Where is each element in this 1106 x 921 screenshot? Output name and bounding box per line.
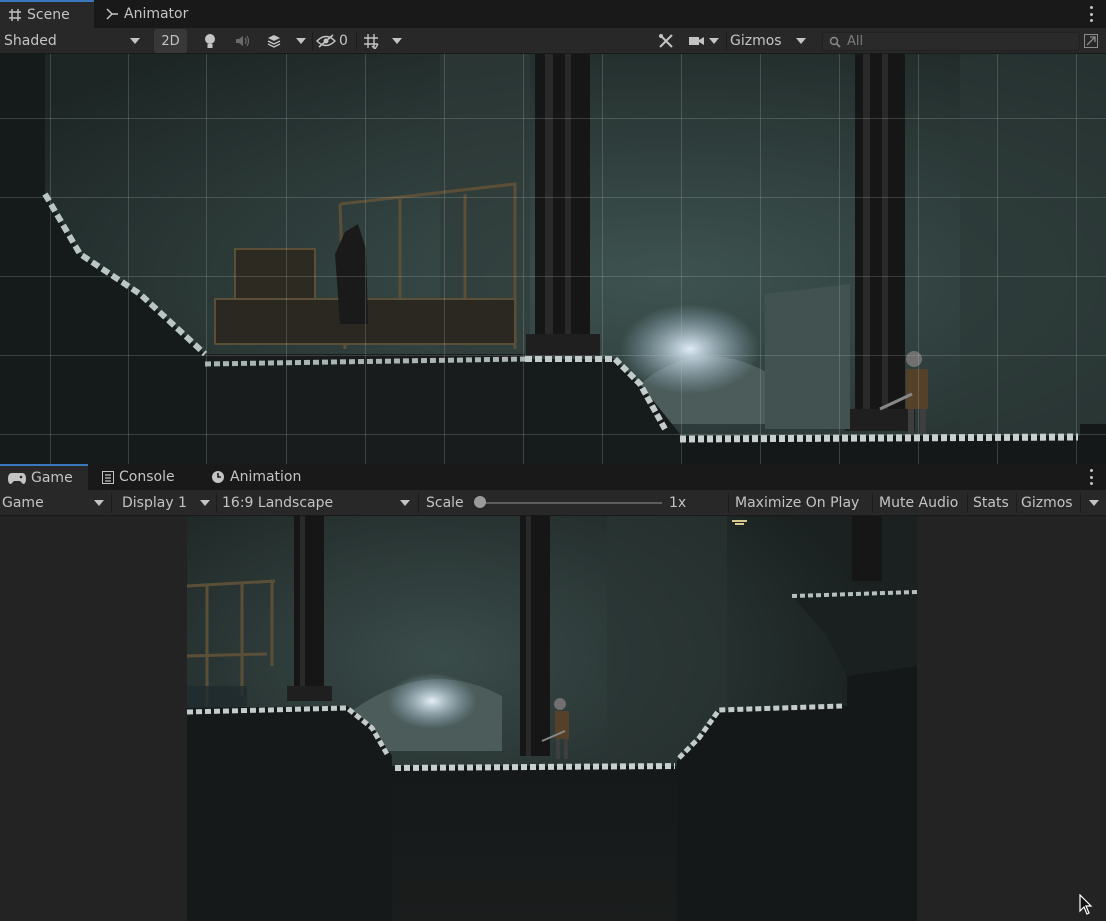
tools-button[interactable] — [654, 29, 678, 53]
console-icon — [102, 470, 114, 484]
shading-mode-dropdown[interactable]: Shaded — [0, 29, 146, 53]
stats-label: Stats — [973, 495, 1009, 511]
lighting-toggle[interactable] — [197, 29, 223, 53]
chevron-down-icon — [1089, 500, 1099, 506]
chevron-down-icon — [130, 38, 140, 44]
hidden-count: 0 — [339, 33, 348, 49]
more-options-icon[interactable] — [1090, 469, 1094, 485]
shading-mode-label: Shaded — [4, 33, 57, 49]
chevron-down-icon — [400, 500, 410, 506]
camera-icon — [689, 35, 705, 47]
gamepad-icon — [8, 472, 26, 484]
more-options-icon[interactable] — [1090, 6, 1094, 22]
mute-audio-toggle[interactable]: Mute Audio — [879, 491, 967, 515]
scene-gizmos-dropdown[interactable] — [792, 29, 810, 53]
grid-snap-toggle[interactable] — [358, 29, 384, 53]
lightbulb-icon — [203, 33, 217, 49]
tab-label: Game — [31, 470, 73, 486]
chevron-down-icon — [392, 38, 402, 44]
game-toolbar: Game Display 1 16:9 Landscape Scale 1x M… — [0, 490, 1106, 516]
hidden-objects-toggle[interactable]: 0 — [316, 29, 356, 53]
scale-slider-knob[interactable] — [474, 496, 486, 508]
tab-scene[interactable]: Scene — [0, 0, 94, 28]
search-placeholder: All — [847, 34, 864, 49]
game-view-area — [0, 516, 1106, 921]
speaker-icon — [234, 34, 250, 48]
grid-icon — [8, 8, 22, 22]
maximize-on-play-toggle[interactable]: Maximize On Play — [735, 491, 869, 515]
search-icon — [829, 36, 841, 48]
game-render — [187, 516, 917, 921]
tools-icon — [658, 33, 674, 49]
audio-toggle[interactable] — [229, 29, 255, 53]
tab-game[interactable]: Game — [0, 464, 88, 490]
search-options-button[interactable] — [1082, 29, 1100, 53]
scale-label: Scale — [426, 495, 464, 511]
chevron-down-icon — [709, 38, 719, 44]
chevron-down-icon — [296, 38, 306, 44]
scene-search-input[interactable]: All — [822, 32, 1080, 51]
eye-slash-icon — [316, 34, 336, 48]
tab-label: Animation — [230, 469, 302, 485]
scale-slider-track — [480, 502, 662, 504]
animator-icon — [105, 7, 119, 21]
display-select-dropdown[interactable]: Display 1 — [118, 491, 214, 515]
view-select-dropdown[interactable]: Game — [0, 491, 108, 515]
camera-settings-dropdown[interactable] — [684, 29, 724, 53]
game-tab-bar: Game Console Animation — [0, 464, 1106, 490]
tab-animator[interactable]: Animator — [97, 0, 197, 28]
clock-icon — [211, 470, 225, 484]
display-select-label: Display 1 — [122, 495, 187, 511]
game-gizmos-dropdown[interactable] — [1084, 491, 1104, 515]
effects-toggle[interactable] — [261, 29, 287, 53]
toggle-2d-label: 2D — [161, 33, 180, 49]
chevron-down-icon — [94, 500, 104, 506]
tab-label: Console — [119, 469, 175, 485]
tab-label: Animator — [124, 6, 189, 22]
mouse-cursor-icon — [1079, 894, 1093, 916]
effects-dropdown[interactable] — [292, 29, 310, 53]
chevron-down-icon — [200, 500, 210, 506]
toggle-2d-button[interactable]: 2D — [154, 29, 187, 53]
gizmos-label: Gizmos — [1021, 495, 1073, 511]
game-viewport[interactable] — [187, 516, 917, 921]
view-select-label: Game — [2, 495, 44, 511]
gizmos-label: Gizmos — [730, 33, 782, 49]
chevron-down-icon — [796, 38, 806, 44]
tab-console[interactable]: Console — [94, 464, 194, 490]
stats-toggle[interactable]: Stats — [973, 491, 1015, 515]
scene-render — [0, 54, 1106, 464]
grid-snap-icon — [363, 33, 379, 49]
maximize-label: Maximize On Play — [735, 495, 860, 511]
aspect-select-label: 16:9 Landscape — [222, 495, 334, 511]
scale-slider[interactable] — [474, 490, 662, 516]
mute-label: Mute Audio — [879, 495, 959, 511]
tab-animation[interactable]: Animation — [203, 464, 315, 490]
scene-viewport[interactable] — [0, 54, 1106, 464]
scene-tab-bar: Scene Animator — [0, 0, 1106, 28]
scene-toolbar: Shaded 2D 0 Gizmos All — [0, 28, 1106, 54]
scale-value: 1x — [669, 495, 687, 511]
layers-icon — [266, 34, 282, 48]
grid-dropdown[interactable] — [388, 29, 406, 53]
scene-gizmos-button[interactable]: Gizmos — [730, 29, 788, 53]
aspect-select-dropdown[interactable]: 16:9 Landscape — [218, 491, 414, 515]
game-gizmos-button[interactable]: Gizmos — [1021, 491, 1079, 515]
search-filter-icon — [1084, 34, 1098, 48]
tab-label: Scene — [27, 7, 70, 23]
